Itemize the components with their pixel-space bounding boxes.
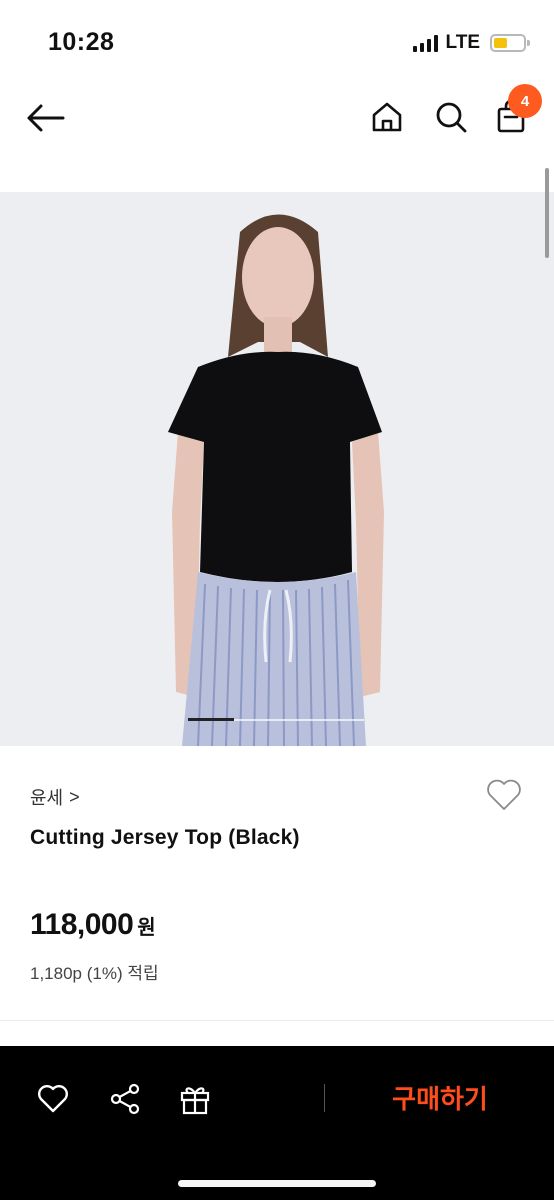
status-time: 10:28 [48, 28, 115, 56]
signal-icon [412, 34, 438, 52]
bottom-wishlist-button[interactable] [32, 1078, 74, 1120]
home-button[interactable] [366, 96, 408, 138]
gift-icon [180, 1087, 210, 1115]
product-image[interactable] [0, 192, 554, 746]
divider [0, 1020, 554, 1021]
gift-button[interactable] [174, 1078, 216, 1120]
reward-points: 1,180p (1%) 적립 [30, 964, 159, 983]
home-icon [372, 102, 402, 132]
chevron-right-icon: > [69, 786, 80, 807]
wishlist-button[interactable] [484, 776, 524, 814]
back-button[interactable] [22, 98, 68, 138]
product-detail-page: 10:28 LTE 4 윤세 > Cutting Jersey Top (Bla… [0, 0, 554, 1200]
price-value: 118,000 [30, 908, 134, 941]
battery-icon [490, 34, 530, 52]
brand-name: 윤세 [30, 788, 64, 808]
share-button[interactable] [104, 1078, 146, 1120]
heart-icon [38, 1085, 68, 1113]
search-button[interactable] [430, 96, 472, 138]
share-icon [110, 1083, 140, 1115]
buy-button[interactable]: 구매하기 [360, 1070, 520, 1124]
product-title: Cutting Jersey Top (Black) [30, 826, 300, 849]
brand-link[interactable]: 윤세 > [30, 784, 80, 810]
top-nav [0, 80, 554, 160]
product-photo [0, 192, 554, 746]
status-indicators: LTE [412, 32, 530, 54]
bottom-action-bar: 구매하기 [0, 1046, 554, 1200]
scrollbar[interactable] [545, 168, 549, 258]
network-type: LTE [445, 32, 480, 53]
arrow-left-icon [27, 104, 65, 132]
price: 118,000 원 [30, 908, 156, 942]
status-bar: 10:28 LTE [0, 0, 554, 80]
bar-separator [324, 1084, 325, 1112]
carousel-progress-active [188, 718, 234, 721]
home-indicator[interactable] [178, 1180, 376, 1187]
price-currency: 원 [137, 917, 156, 939]
heart-icon [487, 779, 521, 810]
search-icon [436, 102, 467, 133]
cart-count-badge: 4 [508, 84, 542, 118]
